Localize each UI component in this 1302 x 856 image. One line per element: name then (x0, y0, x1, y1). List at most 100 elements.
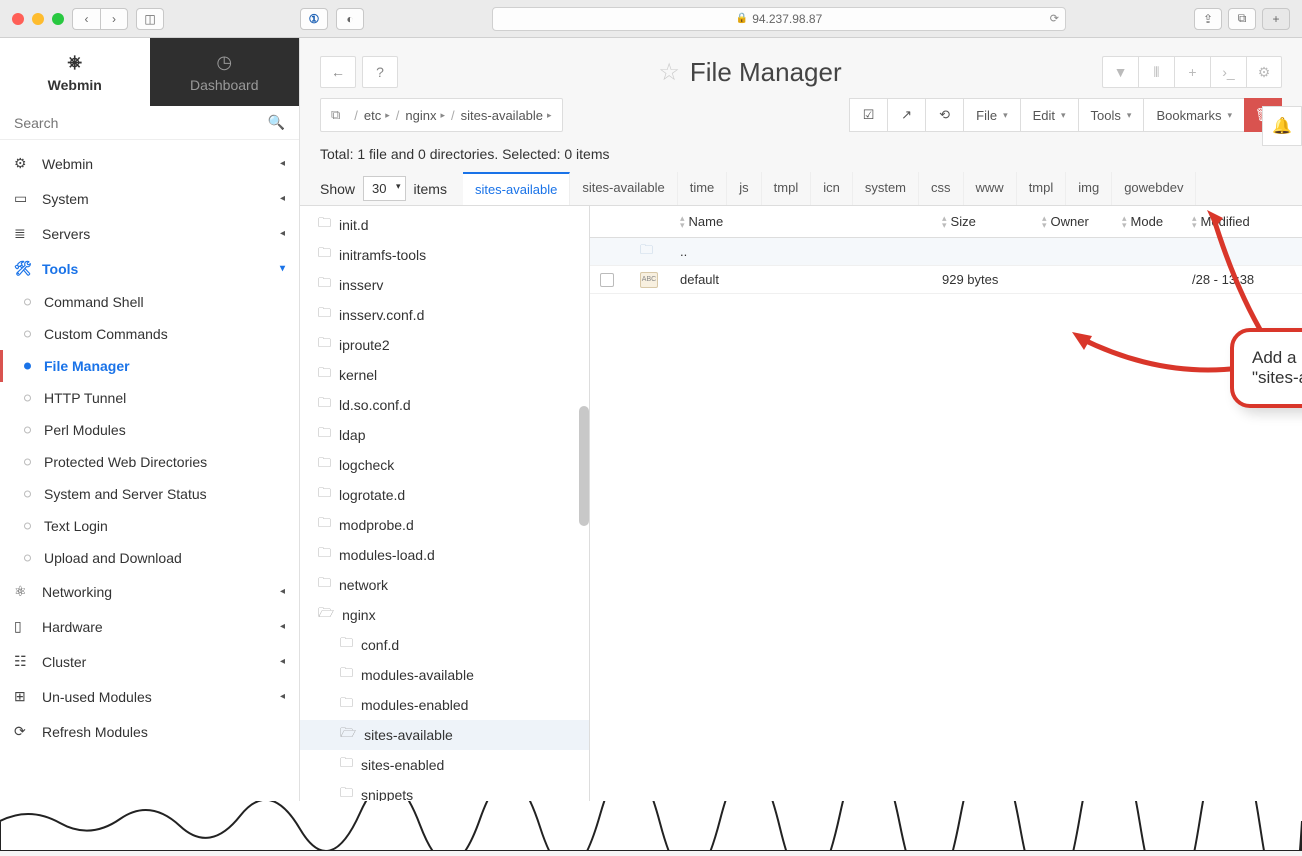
parent-dir-row[interactable]: 🗀 .. (590, 238, 1302, 266)
col-owner[interactable]: ▴▾Owner (1032, 206, 1112, 237)
nav-system[interactable]: ▭System◂ (0, 181, 299, 216)
extension-1password-icon[interactable]: ① (300, 8, 328, 30)
add-button[interactable]: + (1174, 56, 1210, 88)
nav-unused[interactable]: ⊞Un-used Modules◂ (0, 679, 299, 714)
search-input[interactable] (14, 115, 268, 131)
nav-servers[interactable]: ≣Servers◂ (0, 216, 299, 251)
minimize-window-button[interactable] (32, 13, 44, 25)
path-tab[interactable]: system (853, 172, 919, 205)
new-tab-button[interactable]: + (1262, 8, 1290, 30)
crumb-etc[interactable]: etc (364, 108, 381, 123)
address-bar[interactable]: 🔒 94.237.98.87 ⟳ (492, 7, 1066, 31)
search-icon[interactable]: 🔍 (268, 114, 285, 131)
path-tab[interactable]: js (727, 172, 761, 205)
filter-button[interactable]: ▼ (1102, 56, 1138, 88)
sidebar-tab-webmin[interactable]: ⎈ Webmin (0, 38, 150, 106)
nav-sub-system-status[interactable]: System and Server Status (0, 478, 299, 510)
refresh-button[interactable]: ⟲ (925, 98, 963, 132)
col-size[interactable]: ▴▾Size (932, 206, 1032, 237)
back-arrow-button[interactable]: ← (320, 56, 356, 88)
tree-folder[interactable]: 🗀modprobe.d (300, 510, 589, 540)
open-external-button[interactable]: ↗ (887, 98, 925, 132)
close-window-button[interactable] (12, 13, 24, 25)
tree-folder[interactable]: 🗀logcheck (300, 450, 589, 480)
nav-sub-upload-download[interactable]: Upload and Download (0, 542, 299, 574)
tools-menu[interactable]: Tools▾ (1078, 98, 1144, 132)
file-row[interactable]: ABC default 929 bytes /28 - 13:38 (590, 266, 1302, 294)
folder-icon: 🗀 (318, 244, 331, 266)
nav-sub-http-tunnel[interactable]: HTTP Tunnel (0, 382, 299, 414)
path-tab[interactable]: gowebdev (1112, 172, 1196, 205)
sidebar-tab-dashboard[interactable]: ◷ Dashboard (150, 38, 300, 106)
edit-menu[interactable]: Edit▾ (1020, 98, 1078, 132)
col-mode[interactable]: ▴▾Mode (1112, 206, 1182, 237)
tabs-button[interactable]: ⧉ (1228, 8, 1256, 30)
share-button[interactable]: ⇪ (1194, 8, 1222, 30)
tree-folder[interactable]: 🗀conf.d (300, 630, 589, 660)
col-name[interactable]: ▴▾Name (670, 206, 932, 237)
nav-tools[interactable]: 🛠Tools▾ (0, 251, 299, 286)
nav-sub-perl-modules[interactable]: Perl Modules (0, 414, 299, 446)
nav-sub-text-login[interactable]: Text Login (0, 510, 299, 542)
tree-folder[interactable]: 🗀modules-enabled (300, 690, 589, 720)
crumb-nginx[interactable]: nginx (405, 108, 436, 123)
path-tab[interactable]: sites-available (570, 172, 677, 205)
show-count-select[interactable]: 30 ▾ (363, 176, 405, 201)
nav-refresh[interactable]: ⟳Refresh Modules (0, 714, 299, 749)
privacy-report-icon[interactable]: ◐ (336, 8, 364, 30)
settings-button[interactable]: ⚙ (1246, 56, 1282, 88)
nav-cluster[interactable]: ☷Cluster◂ (0, 644, 299, 679)
tree-folder[interactable]: 🗀modules-available (300, 660, 589, 690)
reload-icon[interactable]: ⟳ (1050, 12, 1059, 25)
lock-icon: 🔒 (736, 13, 748, 24)
nav-webmin[interactable]: ⚙Webmin◂ (0, 146, 299, 181)
tree-folder[interactable]: 🗀initramfs-tools (300, 240, 589, 270)
terminal-button[interactable]: ›_ (1210, 56, 1246, 88)
folder-icon: 🗀 (318, 544, 331, 566)
star-icon[interactable]: ☆ (658, 58, 680, 87)
columns-button[interactable]: ⦀ (1138, 56, 1174, 88)
path-tab[interactable]: img (1066, 172, 1112, 205)
tree-folder[interactable]: 🗀kernel (300, 360, 589, 390)
help-button[interactable]: ? (362, 56, 398, 88)
crumb-sites-available[interactable]: sites-available (461, 108, 543, 123)
path-tab[interactable]: tmpl (1017, 172, 1067, 205)
maximize-window-button[interactable] (52, 13, 64, 25)
nav-sub-custom-commands[interactable]: Custom Commands (0, 318, 299, 350)
scrollbar[interactable] (579, 406, 589, 526)
bookmarks-menu[interactable]: Bookmarks▾ (1143, 98, 1244, 132)
notifications-button[interactable]: 🔔 (1262, 106, 1302, 146)
nav-sub-protected-web[interactable]: Protected Web Directories (0, 446, 299, 478)
tree-folder[interactable]: 🗀iproute2 (300, 330, 589, 360)
path-tab[interactable]: css (919, 172, 964, 205)
tree-folder[interactable]: 🗀insserv (300, 270, 589, 300)
path-tab[interactable]: tmpl (762, 172, 812, 205)
tree-folder[interactable]: 🗀network (300, 570, 589, 600)
nav-sub-command-shell[interactable]: Command Shell (0, 286, 299, 318)
sidebar-toggle-button[interactable]: ◫ (136, 8, 164, 30)
tree-folder-sites-available[interactable]: 🗁sites-available (300, 720, 589, 750)
path-tab[interactable]: www (964, 172, 1017, 205)
select-all-button[interactable]: ☑ (849, 98, 887, 132)
file-menu[interactable]: File▾ (963, 98, 1019, 132)
nav-hardware[interactable]: ▯Hardware◂ (0, 609, 299, 644)
tree-folder[interactable]: 🗀insserv.conf.d (300, 300, 589, 330)
tree-folder[interactable]: 🗀logrotate.d (300, 480, 589, 510)
folder-icon: 🗀 (340, 634, 353, 656)
tree-folder[interactable]: 🗀ld.so.conf.d (300, 390, 589, 420)
path-tab[interactable]: sites-available (463, 172, 570, 205)
tree-folder[interactable]: 🗀sites-enabled (300, 750, 589, 780)
nav-sub-file-manager[interactable]: File Manager (0, 350, 299, 382)
tree-folder[interactable]: 🗀modules-load.d (300, 540, 589, 570)
chevron-left-icon: ◂ (280, 586, 285, 597)
tree-folder[interactable]: 🗀init.d (300, 210, 589, 240)
nav-networking[interactable]: ⚛Networking◂ (0, 574, 299, 609)
copy-path-icon[interactable]: ⧉ (331, 107, 340, 123)
tree-folder[interactable]: 🗀ldap (300, 420, 589, 450)
path-tab[interactable]: icn (811, 172, 853, 205)
path-tab[interactable]: time (678, 172, 728, 205)
row-checkbox[interactable] (600, 273, 614, 287)
forward-button[interactable]: › (100, 8, 128, 30)
tree-folder-nginx[interactable]: 🗁nginx (300, 600, 589, 630)
back-button[interactable]: ‹ (72, 8, 100, 30)
